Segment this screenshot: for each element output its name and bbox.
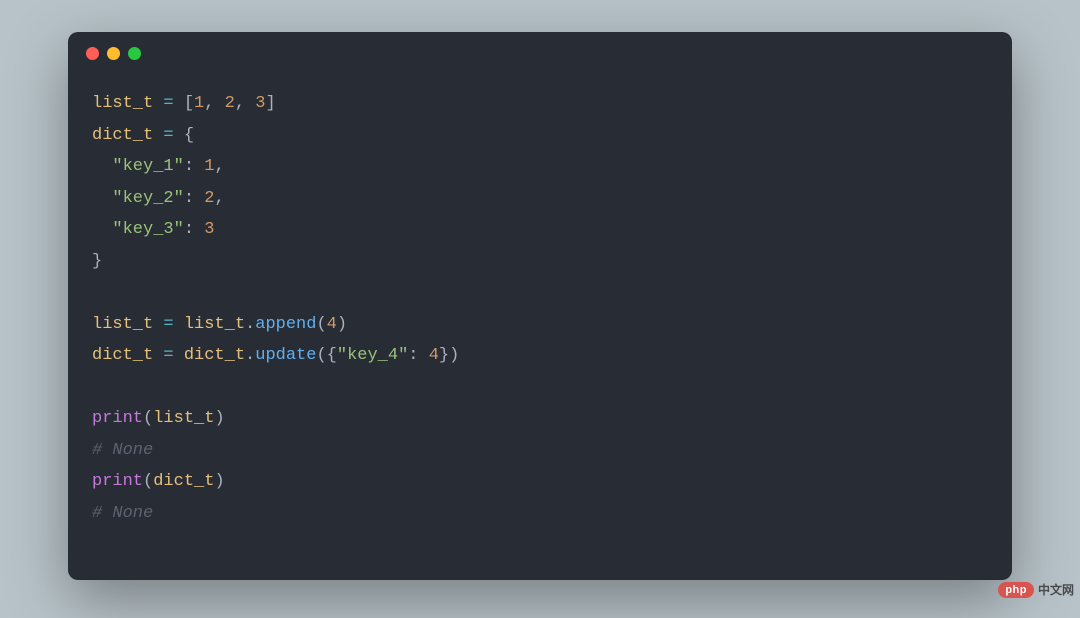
variable: list_t (92, 315, 153, 334)
zoom-icon[interactable] (128, 47, 141, 60)
number: 2 (225, 94, 235, 113)
number: 4 (429, 346, 439, 365)
watermark-text: 中文网 (1038, 581, 1074, 598)
string: "key_3" (112, 220, 183, 239)
operator: = (163, 346, 173, 365)
builtin: print (92, 472, 143, 491)
variable: dict_t (92, 346, 153, 365)
number: 3 (255, 94, 265, 113)
number: 4 (327, 315, 337, 334)
number: 1 (204, 157, 214, 176)
method: append (255, 315, 316, 334)
comment: # None (92, 441, 153, 460)
comment: # None (92, 504, 153, 523)
bracket: [ (184, 94, 194, 113)
code-area: list_t = [1, 2, 3] dict_t = { "key_1": 1… (68, 74, 1012, 543)
dot: . (245, 346, 255, 365)
brace: { (184, 126, 194, 145)
paren: ) (214, 472, 224, 491)
builtin: print (92, 409, 143, 428)
brace: } (439, 346, 449, 365)
string: "key_2" (112, 189, 183, 208)
paren: ( (143, 472, 153, 491)
operator: = (163, 94, 173, 113)
comma: , (204, 94, 214, 113)
titlebar (68, 32, 1012, 74)
paren: ( (143, 409, 153, 428)
colon: : (184, 220, 194, 239)
close-icon[interactable] (86, 47, 99, 60)
comma: , (235, 94, 245, 113)
number: 3 (204, 220, 214, 239)
paren: ) (337, 315, 347, 334)
variable: dict_t (184, 346, 245, 365)
colon: : (184, 189, 194, 208)
paren: ) (449, 346, 459, 365)
watermark: php 中文网 (998, 581, 1074, 598)
operator: = (163, 126, 173, 145)
string: "key_4" (337, 346, 408, 365)
dot: . (245, 315, 255, 334)
variable: list_t (184, 315, 245, 334)
colon: : (184, 157, 194, 176)
string: "key_1" (112, 157, 183, 176)
variable: list_t (92, 94, 153, 113)
number: 2 (204, 189, 214, 208)
paren: ) (214, 409, 224, 428)
number: 1 (194, 94, 204, 113)
operator: = (163, 315, 173, 334)
variable: dict_t (153, 472, 214, 491)
paren: ( (316, 346, 326, 365)
minimize-icon[interactable] (107, 47, 120, 60)
variable: list_t (153, 409, 214, 428)
bracket: ] (265, 94, 275, 113)
brace: } (92, 252, 102, 271)
variable: dict_t (92, 126, 153, 145)
watermark-badge: php (998, 582, 1034, 598)
method: update (255, 346, 316, 365)
code-editor-window: list_t = [1, 2, 3] dict_t = { "key_1": 1… (68, 32, 1012, 580)
paren: ( (316, 315, 326, 334)
comma: , (214, 157, 224, 176)
brace: { (327, 346, 337, 365)
comma: , (214, 189, 224, 208)
colon: : (408, 346, 418, 365)
